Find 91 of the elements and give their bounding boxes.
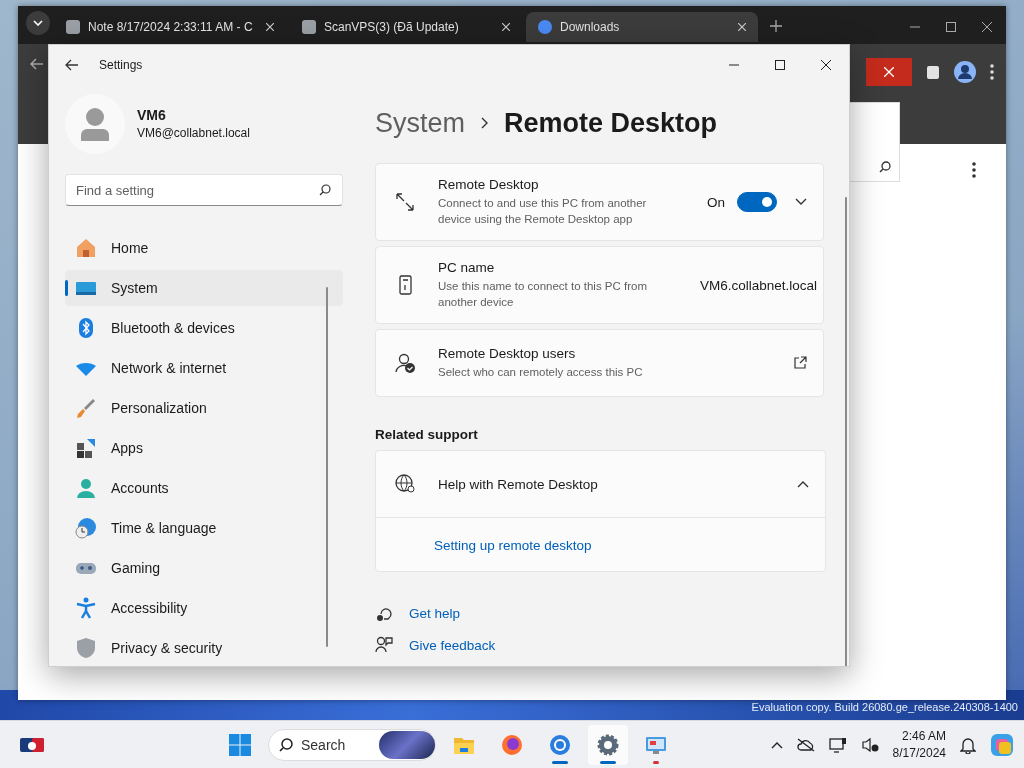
- person-icon: [75, 477, 97, 499]
- setting-title: Remote Desktop: [438, 177, 540, 192]
- monitor-icon[interactable]: [828, 736, 847, 753]
- browser-tab[interactable]: Downloads: [526, 12, 758, 42]
- external-link-icon[interactable]: [793, 356, 807, 370]
- close-icon[interactable]: [738, 23, 746, 31]
- setting-card[interactable]: Remote Desktop users Select who can remotely access this PC: [375, 329, 824, 397]
- cloud-off-icon[interactable]: [796, 737, 815, 752]
- footer-link[interactable]: Get help: [409, 605, 461, 621]
- feedback-icon: [375, 636, 393, 654]
- back-arrow-icon[interactable]: [30, 58, 44, 70]
- chrome-icon: [549, 733, 571, 756]
- kebab-menu-icon[interactable]: [990, 64, 994, 80]
- accessibility-icon: [75, 597, 97, 619]
- back-arrow-icon[interactable]: [65, 59, 79, 71]
- footer-link[interactable]: Give feedback: [409, 637, 496, 653]
- setting-description: Connect to and use this PC from another device using the Remote Desktop app: [438, 196, 648, 227]
- maximize-icon[interactable]: [946, 22, 956, 32]
- setting-title: PC name: [438, 260, 496, 275]
- brush-icon: [75, 397, 97, 419]
- globe-clock-icon: [75, 517, 97, 539]
- chevron-right-icon: [481, 117, 489, 129]
- window-title: Settings: [99, 58, 143, 72]
- nav-item[interactable]: Apps: [65, 430, 343, 466]
- search-icon: [319, 184, 331, 196]
- nav-item[interactable]: Privacy & security: [65, 630, 343, 666]
- nav-item[interactable]: Accessibility: [65, 590, 343, 626]
- shield-icon: [75, 637, 97, 659]
- setting-description: Select who can remotely access this PC: [438, 365, 644, 380]
- maximize-icon: [775, 60, 785, 70]
- close-icon: [821, 60, 831, 70]
- windows-logo-icon: [229, 733, 251, 756]
- close-icon[interactable]: [982, 22, 992, 32]
- taskbar-search[interactable]: Search: [268, 728, 436, 761]
- chevron-up-icon[interactable]: [770, 740, 783, 749]
- firefox-icon: [501, 733, 523, 756]
- favicon-icon: [302, 20, 316, 34]
- profile-icon[interactable]: [954, 61, 976, 83]
- taskbar-app[interactable]: [588, 724, 628, 765]
- user-name: VM6: [137, 107, 167, 123]
- section-heading: Related support: [375, 427, 479, 442]
- nav-item[interactable]: Accounts: [65, 470, 343, 506]
- close-icon[interactable]: [502, 23, 510, 31]
- home-icon: [75, 237, 97, 259]
- breadcrumb-link[interactable]: System: [375, 107, 466, 139]
- kebab-menu-icon[interactable]: [972, 162, 976, 178]
- chevron-down-icon[interactable]: [795, 198, 807, 206]
- bell-icon[interactable]: [960, 735, 976, 754]
- page-title: Remote Desktop: [504, 107, 718, 139]
- build-text: Evaluation copy. Build 26080.ge_release.240308-1400: [751, 701, 1018, 713]
- toggle-state-label: On: [707, 194, 725, 210]
- tab-search-button[interactable]: [26, 11, 50, 35]
- browser-tab[interactable]: ScanVPS(3) (Đã Update): [290, 12, 522, 42]
- favicon-icon: [538, 20, 552, 34]
- user-check-icon: [394, 352, 416, 374]
- search-icon[interactable]: [879, 161, 891, 173]
- person-icon: [80, 106, 110, 141]
- speaker-muted-icon[interactable]: [860, 736, 879, 753]
- setting-title: Remote Desktop users: [438, 346, 577, 361]
- scrollbar[interactable]: [326, 287, 328, 647]
- plus-icon[interactable]: [770, 20, 782, 32]
- search-icon: [279, 737, 293, 752]
- close-icon[interactable]: [266, 23, 274, 31]
- favicon-icon: [66, 20, 80, 34]
- scrollbar[interactable]: [845, 197, 847, 666]
- nav-item[interactable]: Time & language: [65, 510, 343, 546]
- nav-item[interactable]: Bluetooth & devices: [65, 310, 343, 346]
- nav-item[interactable]: Home: [65, 230, 343, 266]
- nav-item[interactable]: Network & internet: [65, 350, 343, 386]
- search-field[interactable]: Find a setting: [65, 174, 343, 206]
- remote-arrows-icon: [394, 191, 416, 213]
- browser-tab[interactable]: Note 8/17/2024 2:33:11 AM - C: [54, 12, 286, 42]
- help-link[interactable]: Setting up remote desktop: [434, 538, 825, 553]
- nav-item[interactable]: Gaming: [65, 550, 343, 586]
- pc-name-value: VM6.collabnet.local: [700, 277, 818, 293]
- apps-icon: [75, 437, 97, 459]
- expander-header[interactable]: Help with Remote Desktop: [376, 451, 825, 517]
- clock-time[interactable]: 2:46 AM: [892, 727, 946, 745]
- gear-icon: [597, 733, 619, 756]
- clock-date[interactable]: 8/17/2024: [892, 744, 946, 762]
- nav-item[interactable]: System: [65, 270, 343, 306]
- toggle-switch[interactable]: [737, 192, 777, 212]
- widget-icon[interactable]: [20, 736, 44, 753]
- setting-description: Use this name to connect to this PC from another device: [438, 279, 648, 310]
- close-icon: [884, 67, 894, 77]
- search-highlight-picture: [379, 730, 435, 759]
- copilot-icon[interactable]: [990, 732, 1014, 757]
- nav-item[interactable]: Personalization: [65, 390, 343, 426]
- user-email: VM6@collabnet.local: [137, 126, 250, 140]
- chevron-down-icon: [33, 20, 43, 26]
- globe-person-icon: [394, 473, 416, 495]
